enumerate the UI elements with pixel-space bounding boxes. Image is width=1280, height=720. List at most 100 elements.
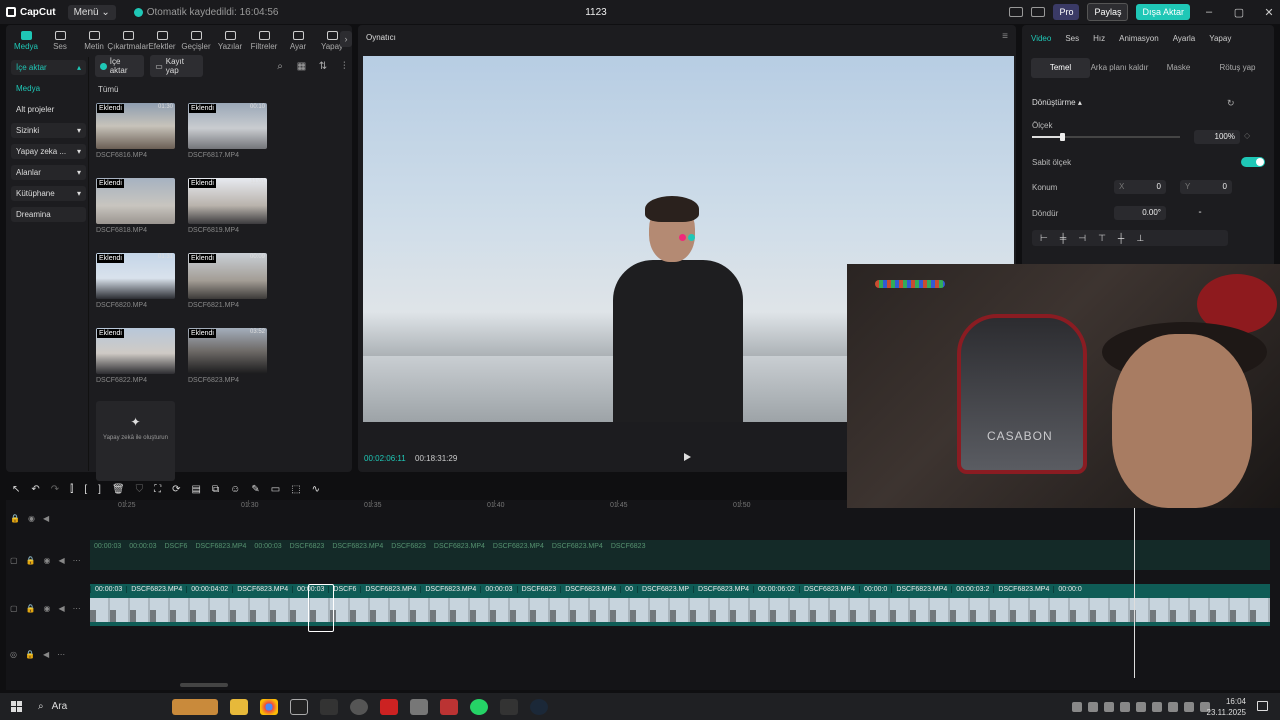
- tray-icon[interactable]: [1088, 701, 1098, 712]
- layout-icon[interactable]: [1009, 7, 1024, 17]
- search-icon[interactable]: ⌕: [272, 61, 287, 72]
- sidebar-item-dreamina[interactable]: Dreamina: [11, 207, 86, 222]
- position-y-input[interactable]: Y0: [1180, 180, 1232, 194]
- clip-label[interactable]: DSCF6823.MP4: [560, 586, 620, 593]
- tab-speed[interactable]: Hız: [1093, 34, 1105, 43]
- tray-icon[interactable]: [1120, 701, 1130, 712]
- more-icon[interactable]: ⋯: [73, 604, 81, 613]
- lock-icon[interactable]: 🔒: [10, 514, 20, 523]
- close-icon[interactable]: ✕: [1258, 6, 1280, 19]
- sidebar-item-import[interactable]: İçe aktar ▴: [11, 60, 86, 75]
- file-explorer-icon[interactable]: [230, 698, 248, 715]
- clip-label[interactable]: 00:00:04:02: [186, 586, 232, 593]
- clip-label[interactable]: DSCF6823.MP4: [360, 586, 420, 593]
- cover-icon[interactable]: ▢: [10, 604, 18, 613]
- redo-icon[interactable]: ↷: [51, 484, 59, 495]
- clip-label[interactable]: DSCF6823.MP4: [799, 586, 859, 593]
- clip-label[interactable]: 00:00:03: [90, 586, 126, 593]
- minimize-icon[interactable]: –: [1198, 6, 1220, 18]
- scale-slider-knob[interactable]: [1059, 133, 1065, 141]
- captions-icon[interactable]: ▭: [271, 484, 280, 495]
- clip-label[interactable]: DSCF6823.MP4: [693, 586, 753, 593]
- eye-icon[interactable]: ◉: [44, 604, 51, 613]
- rotate-icon[interactable]: ⁃: [1198, 208, 1202, 217]
- menu-icon[interactable]: ≡: [1002, 31, 1008, 42]
- eye-icon[interactable]: ◉: [28, 514, 35, 523]
- delete-icon[interactable]: 🗑: [112, 484, 125, 495]
- align-left-icon[interactable]: ⊢: [1040, 233, 1048, 244]
- whatsapp-icon[interactable]: [470, 698, 488, 715]
- shortcuts-icon[interactable]: [1031, 7, 1046, 17]
- filter-icon[interactable]: ⫶: [337, 61, 352, 72]
- sidebar-item-subprojects[interactable]: Alt projeler: [11, 102, 86, 117]
- magic-icon[interactable]: ✎: [251, 484, 259, 495]
- tab-adjust[interactable]: Ayar: [281, 31, 315, 51]
- split-icon[interactable]: ⫿: [70, 484, 73, 495]
- tab-text[interactable]: Metin: [77, 31, 111, 51]
- speaker-icon[interactable]: ◀: [59, 604, 65, 613]
- trim-left-icon[interactable]: [: [84, 484, 87, 495]
- media-card[interactable]: Eklendi 01:30 DSCF6816.MP4: [96, 103, 186, 178]
- audio-wave-icon[interactable]: ∿: [312, 484, 320, 495]
- app-icon[interactable]: [440, 698, 458, 715]
- import-button[interactable]: İçe aktar: [95, 55, 145, 77]
- clip-label[interactable]: 00:00:03: [480, 586, 516, 593]
- clip-label[interactable]: 00:00:0: [1053, 586, 1085, 593]
- sidebar-item-library[interactable]: Kütüphane ▾: [11, 186, 86, 201]
- capcut-icon[interactable]: [320, 698, 338, 715]
- app-icon[interactable]: [380, 698, 398, 715]
- clip-label[interactable]: DSCF6823.MP4: [420, 586, 480, 593]
- play-icon[interactable]: [684, 453, 691, 461]
- media-edit-icon[interactable]: ▤: [192, 484, 201, 495]
- scale-value-input[interactable]: 100%: [1194, 130, 1240, 144]
- tab-stickers[interactable]: Çıkartmalar: [107, 31, 149, 51]
- project-title[interactable]: 1123: [560, 7, 632, 18]
- lock-icon[interactable]: 🔒: [26, 556, 36, 565]
- tab-filters[interactable]: Filtreler: [247, 31, 281, 51]
- share-button[interactable]: Paylaş: [1087, 3, 1129, 21]
- ai-create-card[interactable]: ✦ Yapay zekâ ile oluşturun: [96, 401, 175, 481]
- playhead[interactable]: [1134, 508, 1135, 678]
- align-top-icon[interactable]: ⊤: [1098, 233, 1106, 244]
- wifi-icon[interactable]: [1184, 701, 1194, 712]
- all-filter-label[interactable]: Tümü: [98, 85, 118, 94]
- export-button[interactable]: Dışa Aktar: [1136, 4, 1190, 20]
- keyframe-icon[interactable]: ◇: [1244, 131, 1250, 140]
- timeline-scrollbar[interactable]: [180, 683, 228, 687]
- speaker-icon[interactable]: ◀: [43, 514, 49, 523]
- crop-icon[interactable]: ⛶: [154, 484, 161, 495]
- rotate-input[interactable]: 0.00°: [1114, 206, 1166, 220]
- subtab-remove-bg[interactable]: Arka planı kaldır: [1090, 58, 1149, 78]
- chrome-icon[interactable]: [260, 698, 278, 715]
- subtab-mask[interactable]: Maske: [1149, 58, 1208, 78]
- clip-label[interactable]: DSCF6823.MP4: [232, 586, 292, 593]
- windows-start-icon[interactable]: [11, 701, 22, 712]
- overlay-track[interactable]: 00:00:03 00:00:03 DSCF6 DSCF6823.MP4 00:…: [90, 540, 1270, 570]
- subtab-basic[interactable]: Temel: [1031, 58, 1090, 78]
- media-card[interactable]: Eklendi 00:10 DSCF6817.MP4: [188, 103, 278, 178]
- mouse-app-icon[interactable]: [350, 698, 368, 715]
- more-icon[interactable]: ⋯: [57, 650, 65, 659]
- record-button[interactable]: ▭ Kayıt yap: [150, 55, 203, 77]
- tab-video[interactable]: Video: [1031, 34, 1051, 43]
- chevron-right-icon[interactable]: ›: [340, 31, 352, 47]
- scale-slider[interactable]: [1032, 133, 1180, 141]
- more-icon[interactable]: ⋯: [73, 556, 81, 565]
- steam-icon[interactable]: [530, 698, 548, 715]
- tray-icon[interactable]: [1072, 701, 1082, 712]
- sidebar-item-ai[interactable]: Yapay zeka ... ▾: [11, 144, 86, 159]
- tab-adjust[interactable]: Ayarla: [1173, 34, 1196, 43]
- clip-label[interactable]: DSCF6823.MP4: [126, 586, 186, 593]
- clip-label[interactable]: 00:00:03:2: [951, 586, 993, 593]
- sidebar-item-yours[interactable]: Sizinki ▾: [11, 123, 86, 138]
- subtab-retouch[interactable]: Rötuş yap: [1208, 58, 1267, 78]
- transform-section-title[interactable]: Dönüştürme ▴: [1032, 98, 1082, 107]
- undo-icon[interactable]: ↶: [31, 484, 39, 495]
- sidebar-item-media[interactable]: Medya: [11, 81, 86, 96]
- clip-label[interactable]: 00:00:0: [858, 586, 891, 593]
- selected-clip[interactable]: [308, 584, 334, 632]
- tab-audio[interactable]: Ses: [43, 31, 77, 51]
- main-video-track[interactable]: 00:00:03 DSCF6823.MP4 00:00:04:02 DSCF68…: [90, 584, 1270, 626]
- notification-icon[interactable]: [1257, 701, 1268, 711]
- timeline[interactable]: 01:25 01:30 01:35 01:40 01:45 01:50 🔒 ◉ ◀ …: [6, 500, 1280, 690]
